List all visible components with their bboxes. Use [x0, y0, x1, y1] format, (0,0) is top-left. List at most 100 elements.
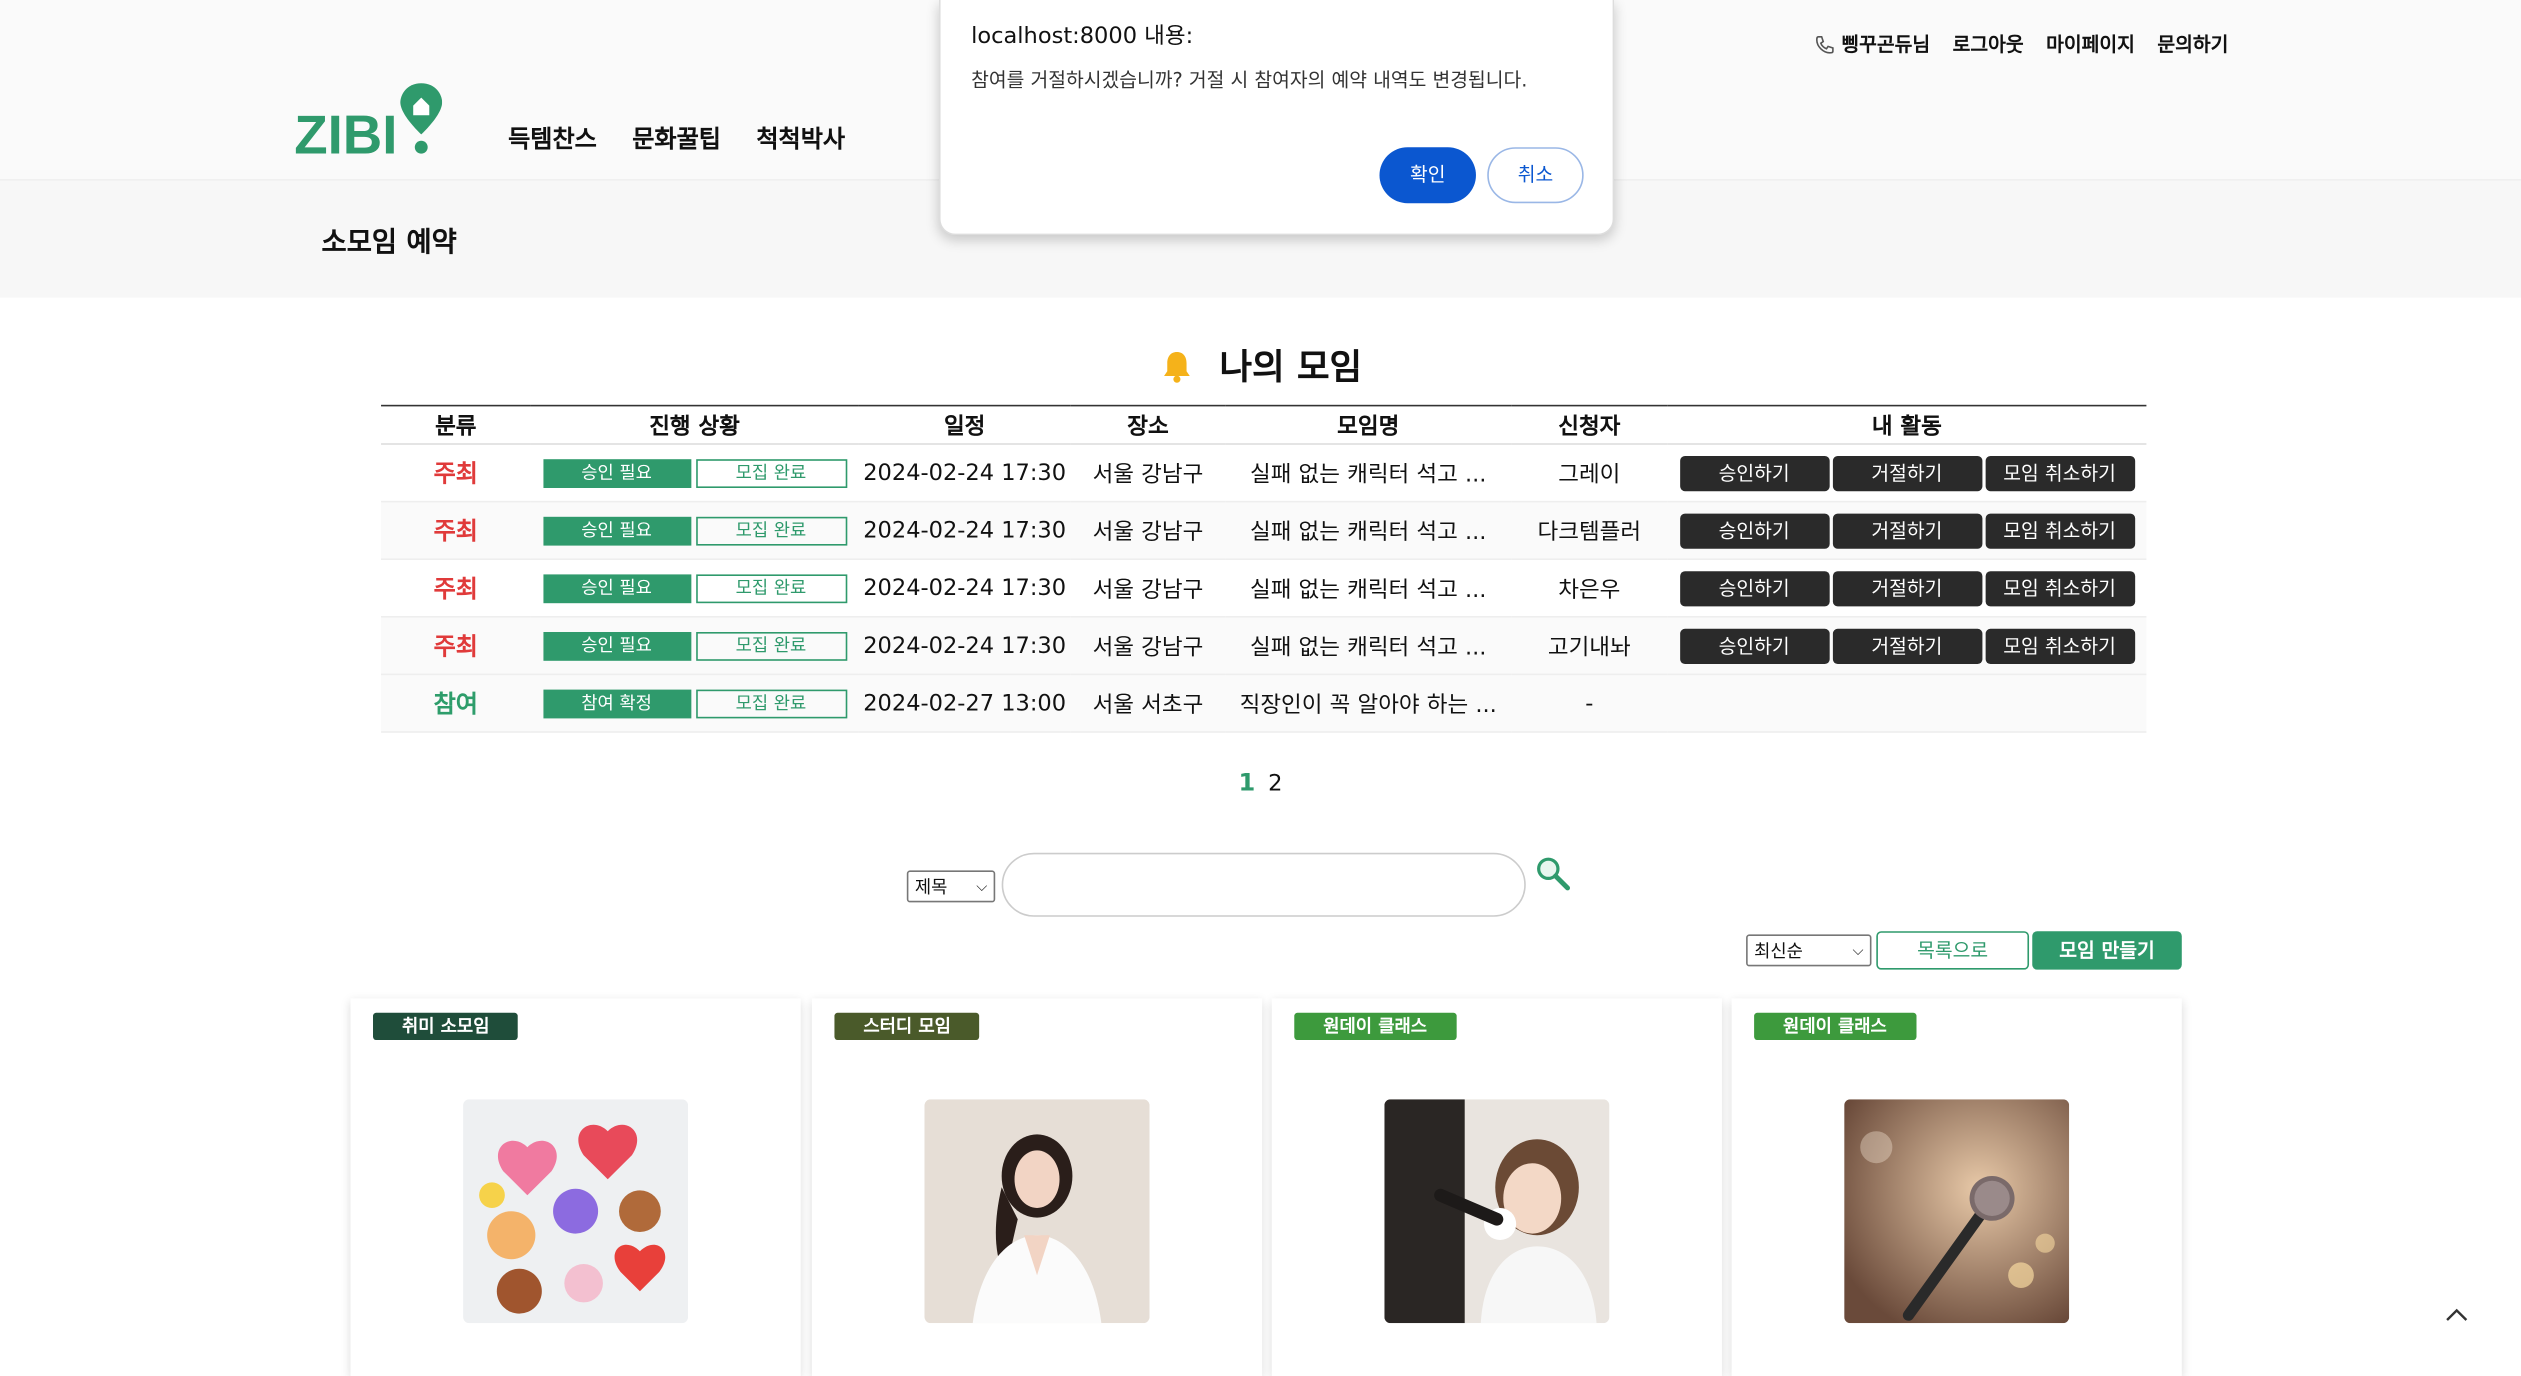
- main-nav: 득템찬스 문화꿀팁 척척박사: [508, 122, 845, 156]
- header-name: 모임명: [1225, 405, 1512, 445]
- reject-button[interactable]: 거절하기: [1832, 512, 1982, 548]
- meeting-card[interactable]: 원데이 클래스: [1271, 998, 1722, 1376]
- card-category-tag: 원데이 클래스: [1294, 1012, 1456, 1040]
- table-row: 참여 참여 확정 모집 완료 2024-02-27 13:00 서울 서초구 직장…: [381, 674, 2147, 733]
- cancel-meeting-button[interactable]: 모임 취소하기: [1984, 455, 2135, 491]
- meeting-date: 2024-02-24 17:30: [858, 501, 1071, 561]
- table-row: 주최 승인 필요 모집 완료 2024-02-24 17:30 서울 강남구 실패…: [381, 444, 2147, 503]
- meeting-place: 서울 강남구: [1070, 444, 1226, 503]
- meeting-place: 서울 강남구: [1070, 616, 1226, 676]
- scroll-to-top-icon[interactable]: [2437, 1299, 2476, 1331]
- search-field-select[interactable]: 제목 ⌵: [906, 870, 996, 903]
- page-link[interactable]: 2: [1268, 771, 1282, 797]
- dialog-ok-button[interactable]: 확인: [1379, 147, 1476, 204]
- card-image: [463, 1099, 689, 1324]
- meeting-place: 서울 강남구: [1070, 501, 1226, 561]
- card-image: [1844, 1099, 2070, 1324]
- approve-button[interactable]: 승인하기: [1679, 512, 1829, 548]
- meeting-card[interactable]: 원데이 클래스: [1731, 998, 2182, 1376]
- back-to-list-button[interactable]: 목록으로: [1876, 931, 2030, 970]
- header-applicant: 신청자: [1511, 405, 1668, 445]
- reject-button[interactable]: 거절하기: [1832, 455, 1982, 491]
- card-image: [924, 1099, 1150, 1324]
- nav-item-qa[interactable]: 척척박사: [756, 122, 845, 156]
- meeting-name[interactable]: 실패 없는 캐릭터 석고 ...: [1225, 616, 1512, 676]
- meeting-name[interactable]: 실패 없는 캐릭터 석고 ...: [1225, 444, 1512, 503]
- applicant-name: 그레이: [1511, 444, 1668, 503]
- header-date: 일정: [858, 405, 1071, 445]
- page-link-current[interactable]: 1: [1239, 768, 1256, 797]
- meeting-date: 2024-02-24 17:30: [858, 559, 1071, 618]
- sort-selected: 최신순: [1754, 940, 1803, 962]
- actions-empty: [1667, 674, 2147, 733]
- category-label: 주최: [433, 574, 478, 604]
- status-badge-approval: 승인 필요: [542, 573, 691, 603]
- search-input[interactable]: [1001, 852, 1526, 917]
- dialog-title: localhost:8000 내용:: [971, 24, 1194, 50]
- status-badge-approval: 승인 필요: [542, 516, 691, 545]
- category-label: 참여: [433, 689, 478, 719]
- meeting-place: 서울 강남구: [1070, 559, 1226, 618]
- header-status: 진행 상황: [530, 405, 859, 445]
- status-badge-recruit: 모집 완료: [695, 516, 847, 545]
- cancel-meeting-button[interactable]: 모임 취소하기: [1984, 512, 2135, 548]
- meeting-place: 서울 서초구: [1070, 674, 1226, 733]
- header-place: 장소: [1070, 405, 1226, 445]
- pagination: 12: [0, 768, 2521, 797]
- create-meeting-button[interactable]: 모임 만들기: [2032, 931, 2182, 970]
- card-category-tag: 취미 소모임: [373, 1012, 519, 1040]
- phone-icon: [1816, 35, 1835, 53]
- cancel-meeting-button[interactable]: 모임 취소하기: [1984, 628, 2135, 664]
- sort-select[interactable]: 최신순 ⌵: [1746, 934, 1872, 967]
- applicant-name: 고기내놔: [1511, 616, 1668, 676]
- meeting-card[interactable]: 스터디 모임: [811, 998, 1263, 1376]
- status-badge-recruit: 모집 완료: [695, 573, 847, 603]
- cancel-meeting-button[interactable]: 모임 취소하기: [1984, 570, 2135, 606]
- mypage-link[interactable]: 마이페이지: [2046, 30, 2135, 57]
- dialog-message: 참여를 거절하시겠습니까? 거절 시 참여자의 예약 내역도 변경됩니다.: [971, 68, 1528, 92]
- table-row: 주최 승인 필요 모집 완료 2024-02-24 17:30 서울 강남구 실패…: [381, 501, 2147, 561]
- card-image: [1384, 1099, 1610, 1324]
- nav-item-deals[interactable]: 득템찬스: [508, 122, 597, 156]
- card-category-tag: 원데이 클래스: [1754, 1012, 1916, 1040]
- card-category-tag: 스터디 모임: [834, 1012, 980, 1040]
- header-actions: 내 활동: [1667, 405, 2147, 445]
- applicant-name: -: [1511, 674, 1668, 733]
- zibi-logo[interactable]: ZIBI: [294, 80, 443, 166]
- meeting-date: 2024-02-24 17:30: [858, 616, 1071, 676]
- approve-button[interactable]: 승인하기: [1679, 455, 1829, 491]
- search-icon[interactable]: [1534, 854, 1573, 892]
- chevron-down-icon: ⌵: [976, 880, 988, 896]
- dialog-cancel-button[interactable]: 취소: [1487, 147, 1584, 204]
- logout-link[interactable]: 로그아웃: [1953, 30, 2024, 57]
- status-badge-recruit: 모집 완료: [695, 688, 847, 718]
- table-row: 주최 승인 필요 모집 완료 2024-02-24 17:30 서울 강남구 실패…: [381, 559, 2147, 618]
- meeting-date: 2024-02-24 17:30: [858, 444, 1071, 503]
- reject-button[interactable]: 거절하기: [1832, 628, 1982, 664]
- page: ZIBI 득템찬스 문화꿀팁 척척박사 삥꾸곤듀님 로그아웃 마이페이지 문의하…: [0, 0, 2521, 1376]
- reject-button[interactable]: 거절하기: [1832, 570, 1982, 606]
- table-header-row: 분류 진행 상황 일정 장소 모임명 신청자 내 활동: [381, 405, 2147, 445]
- search-field-selected: 제목: [914, 876, 948, 898]
- my-meetings-heading: 나의 모임: [0, 339, 2521, 390]
- contact-link[interactable]: 문의하기: [2157, 30, 2228, 57]
- meeting-name[interactable]: 직장인이 꼭 알아야 하는 ...: [1225, 674, 1512, 733]
- status-badge-approval: 승인 필요: [542, 458, 691, 488]
- applicant-name: 차은우: [1511, 559, 1668, 618]
- approve-button[interactable]: 승인하기: [1679, 570, 1829, 606]
- approve-button[interactable]: 승인하기: [1679, 628, 1829, 664]
- meeting-name[interactable]: 실패 없는 캐릭터 석고 ...: [1225, 559, 1512, 618]
- category-label: 주최: [433, 632, 478, 661]
- meeting-date: 2024-02-27 13:00: [858, 674, 1071, 733]
- meeting-name[interactable]: 실패 없는 캐릭터 석고 ...: [1225, 501, 1512, 561]
- status-badge-approval: 승인 필요: [542, 631, 691, 660]
- my-meetings-table: 분류 진행 상황 일정 장소 모임명 신청자 내 활동 주최 승인 필요 모집 완…: [381, 404, 2147, 733]
- nav-item-culture-tips[interactable]: 문화꿀팁: [632, 122, 721, 156]
- chevron-down-icon: ⌵: [1852, 944, 1864, 960]
- status-badge-recruit: 모집 완료: [695, 631, 847, 660]
- applicant-name: 다크템플러: [1511, 501, 1668, 561]
- user-greeting: 삥꾸곤듀님: [1816, 30, 1930, 57]
- user-name: 삥꾸곤듀님: [1841, 33, 1931, 56]
- meeting-card[interactable]: 취미 소모임: [350, 998, 801, 1376]
- util-menu: 삥꾸곤듀님 로그아웃 마이페이지 문의하기: [1816, 30, 2228, 57]
